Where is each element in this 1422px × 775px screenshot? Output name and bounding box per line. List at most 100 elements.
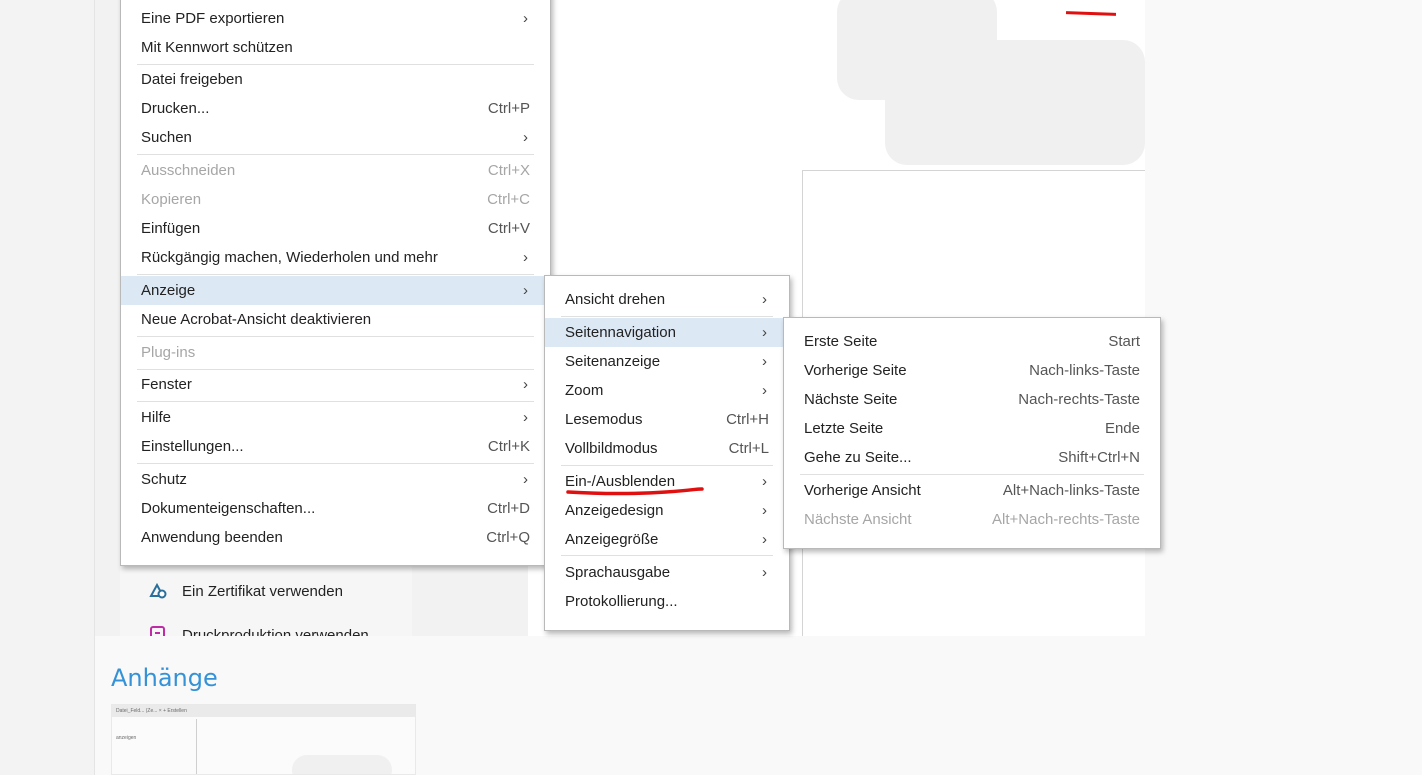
menu-item-shortcut: Ctrl+P: [487, 99, 530, 117]
menu-item-label: Vollbildmodus: [565, 439, 658, 457]
menu-item-label: Vorherige Seite: [804, 361, 907, 379]
menu-separator: [137, 274, 534, 275]
menu-item-ansicht-drehen[interactable]: Ansicht drehen ›: [545, 285, 789, 314]
menu-item-rückgängig-machen-wiederholen-und-mehr[interactable]: Rückgängig machen, Wiederholen und mehr ›: [121, 243, 550, 272]
menu-item-label: Protokollierung...: [565, 592, 678, 610]
menu-item-schutz[interactable]: Schutz ›: [121, 465, 550, 494]
menu-item-neue-acrobat-ansicht-deaktivieren[interactable]: Neue Acrobat-Ansicht deaktivieren: [121, 305, 550, 334]
menu-item-anwendung-beenden[interactable]: Anwendung beenden Ctrl+Q: [121, 523, 550, 552]
menu-separator: [800, 474, 1144, 475]
attachments-heading: Anhänge: [111, 664, 218, 692]
menu-item-einfügen[interactable]: Einfügen Ctrl+V: [121, 214, 550, 243]
menu-item-anzeige[interactable]: Anzeige ›: [121, 275, 550, 305]
menu-item-nächste-seite[interactable]: Nächste Seite Nach-rechts-Taste: [784, 385, 1160, 414]
menu-item-anzeigegröße[interactable]: Anzeigegröße ›: [545, 525, 789, 554]
menu-item-label: Nächste Seite: [804, 390, 898, 408]
menu-item-label: Erste Seite: [804, 332, 878, 350]
menu-item-vorherige-ansicht[interactable]: Vorherige Ansicht Alt+Nach-links-Taste: [784, 476, 1160, 505]
menu-separator: [561, 316, 773, 317]
menu-item-label: Drucken...: [141, 99, 210, 117]
tool-print-production[interactable]: Druckproduktion verwenden: [148, 622, 369, 636]
page-navigation-submenu: Erste Seite Start Vorherige Seite Nach-link…: [783, 317, 1161, 549]
menu-item-label: Datei freigeben: [141, 70, 243, 88]
tool-certificate[interactable]: Ein Zertifikat verwenden: [148, 578, 343, 604]
menu-item-shortcut: Ctrl+Q: [486, 528, 530, 546]
menu-item-label: Anzeigegröße: [565, 530, 659, 548]
main-menu: Eine PDF exportieren › Mit Kennwort schütz…: [120, 0, 551, 566]
menu-item-label: Hilfe: [141, 408, 172, 426]
attachment-thumbnail[interactable]: Datei_Feld... (Ze... × + Erstellen anzei…: [111, 704, 416, 775]
menu-item-suchen[interactable]: Suchen ›: [121, 123, 550, 152]
tool-panel: Ein Zertifikat verwenden Druckproduktion…: [120, 560, 412, 636]
menu-separator: [137, 401, 534, 402]
tool-certificate-label: Ein Zertifikat verwenden: [182, 582, 343, 600]
menu-item-shortcut: Ctrl+D: [487, 499, 530, 517]
menu-item-ein-ausblenden[interactable]: Ein-/Ausblenden ›: [545, 467, 789, 496]
menu-item-shortcut: Alt+Nach-rechts-Taste: [992, 510, 1140, 528]
menu-item-label: Zoom: [565, 381, 604, 399]
menu-item-shortcut: Ctrl+X: [487, 161, 530, 179]
menu-item-label: Rückgängig machen, Wiederholen und mehr: [141, 248, 438, 266]
menu-item-label: Eine PDF exportieren: [141, 9, 285, 27]
menu-item-fenster[interactable]: Fenster ›: [121, 370, 550, 399]
menu-item-label: Ausschneiden: [141, 161, 236, 179]
menu-item-seitennavigation[interactable]: Seitennavigation ›: [545, 317, 789, 347]
menu-item-label: Mit Kennwort schützen: [141, 38, 293, 56]
menu-item-label: Dokumenteigenschaften...: [141, 499, 316, 517]
menu-item-shortcut: Start: [1108, 332, 1140, 350]
menu-item-seitenanzeige[interactable]: Seitenanzeige ›: [545, 347, 789, 376]
menu-item-nächste-ansicht: Nächste Ansicht Alt+Nach-rechts-Taste: [784, 505, 1160, 534]
menu-item-zoom[interactable]: Zoom ›: [545, 376, 789, 405]
menu-item-letzte-seite[interactable]: Letzte Seite Ende: [784, 414, 1160, 443]
thumbnail-divider: [196, 719, 197, 774]
menu-item-mit-kennwort-schützen[interactable]: Mit Kennwort schützen: [121, 33, 550, 62]
menu-item-plug-ins: Plug-ins: [121, 338, 550, 367]
menu-item-label: Plug-ins: [141, 343, 196, 361]
menu-item-einstellungen[interactable]: Einstellungen... Ctrl+K: [121, 432, 550, 461]
forum-left-margin: [0, 0, 95, 775]
menu-item-datei-freigeben[interactable]: Datei freigeben: [121, 65, 550, 94]
menu-item-hilfe[interactable]: Hilfe ›: [121, 403, 550, 432]
menu-item-anzeigedesign[interactable]: Anzeigedesign ›: [545, 496, 789, 525]
menu-item-label: Suchen: [141, 128, 192, 146]
menu-separator: [137, 64, 534, 65]
menu-item-label: Nächste Ansicht: [804, 510, 912, 528]
menu-item-gehe-zu-seite[interactable]: Gehe zu Seite... Shift+Ctrl+N: [784, 443, 1160, 472]
menu-item-label: Ein-/Ausblenden: [565, 472, 676, 490]
chevron-right-icon: ›: [762, 563, 767, 581]
chevron-right-icon: ›: [523, 408, 528, 426]
menu-item-label: Letzte Seite: [804, 419, 884, 437]
chevron-right-icon: ›: [762, 290, 767, 308]
menu-separator: [561, 555, 773, 556]
menu-item-protokollierung[interactable]: Protokollierung...: [545, 587, 789, 616]
menu-separator: [137, 369, 534, 370]
menu-item-shortcut: Ctrl+K: [487, 437, 530, 455]
menu-separator: [561, 465, 773, 466]
thumbnail-tab-label: Datei_Feld... (Ze... × + Erstellen: [116, 708, 187, 714]
menu-item-label: Lesemodus: [565, 410, 643, 428]
menu-item-shortcut: Ctrl+V: [487, 219, 530, 237]
menu-item-shortcut: Ctrl+L: [728, 439, 769, 457]
menu-item-label: Einfügen: [141, 219, 201, 237]
menu-item-vollbildmodus[interactable]: Vollbildmodus Ctrl+L: [545, 434, 789, 463]
menu-item-lesemodus[interactable]: Lesemodus Ctrl+H: [545, 405, 789, 434]
chevron-right-icon: ›: [523, 470, 528, 488]
menu-item-eine-pdf-exportieren[interactable]: Eine PDF exportieren ›: [121, 4, 550, 33]
menu-separator: [137, 336, 534, 337]
menu-item-shortcut: Nach-links-Taste: [1029, 361, 1140, 379]
thumbnail-row-label: anzeigen: [116, 735, 137, 741]
menu-item-label: Schutz: [141, 470, 187, 488]
certificate-icon: [149, 582, 167, 599]
menu-item-label: Kopieren: [141, 190, 202, 208]
menu-item-label: Anwendung beenden: [141, 528, 283, 546]
menu-item-vorherige-seite[interactable]: Vorherige Seite Nach-links-Taste: [784, 356, 1160, 385]
menu-item-dokumenteigenschaften[interactable]: Dokumenteigenschaften... Ctrl+D: [121, 494, 550, 523]
menu-item-erste-seite[interactable]: Erste Seite Start: [784, 327, 1160, 356]
tool-print-production-label: Druckproduktion verwenden: [182, 626, 369, 637]
menu-item-label: Seitenanzeige: [565, 352, 661, 370]
menu-item-drucken[interactable]: Drucken... Ctrl+P: [121, 94, 550, 123]
chevron-right-icon: ›: [762, 381, 767, 399]
menu-item-kopieren: Kopieren Ctrl+C: [121, 185, 550, 214]
menu-item-sprachausgabe[interactable]: Sprachausgabe ›: [545, 558, 789, 587]
menu-item-shortcut: Shift+Ctrl+N: [1058, 448, 1140, 466]
